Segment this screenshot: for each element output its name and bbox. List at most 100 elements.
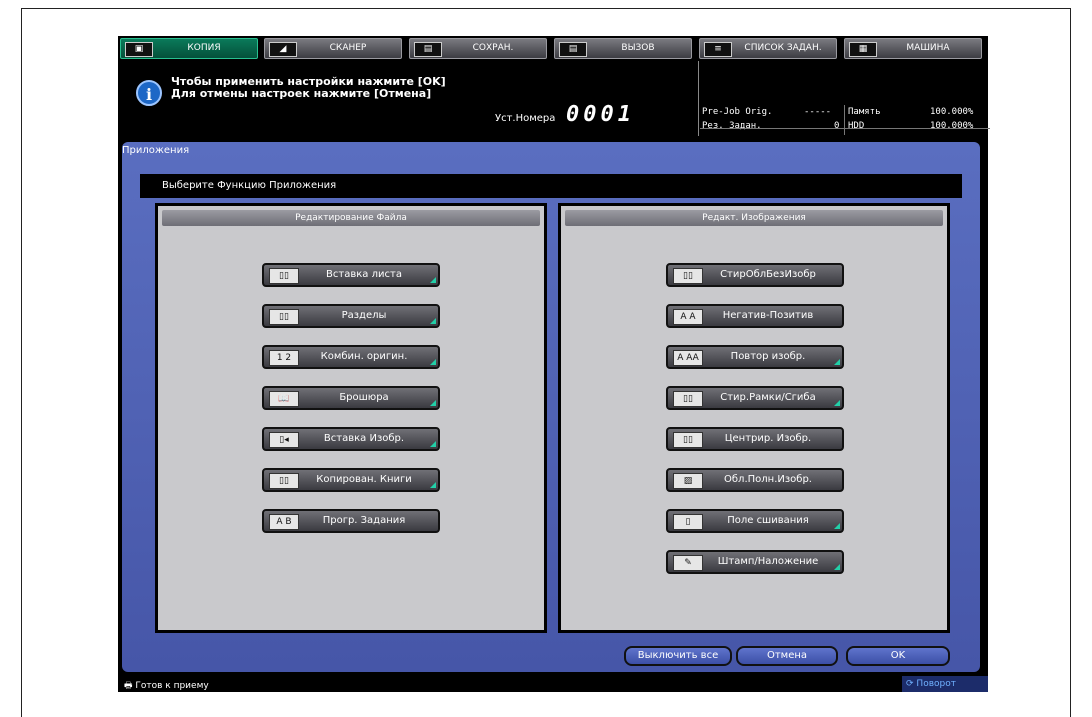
image-centering-icon: ▯▯ <box>673 432 703 448</box>
machine-status: 🖶 Готов к приему <box>124 678 209 694</box>
insert-sheet-icon: ▯▯ <box>269 268 299 284</box>
submenu-indicator-icon <box>834 523 840 529</box>
button-label: Обл.Полн.Изобр. <box>724 474 812 485</box>
cancel-button[interactable]: Отмена <box>736 646 838 666</box>
set-number-label: Уст.Номера <box>495 113 556 124</box>
stat-column-divider <box>844 105 845 135</box>
chapters-icon: ▯▯ <box>269 309 299 325</box>
ok-button[interactable]: OK <box>846 646 950 666</box>
info-icon: i <box>136 80 162 106</box>
scanner-icon: ◢ <box>269 42 297 57</box>
program-job-button[interactable]: A B Прогр. Задания <box>262 509 440 533</box>
full-image-area-button[interactable]: ▨ Обл.Полн.Изобр. <box>666 468 844 492</box>
machine-icon: ▦ <box>849 42 877 57</box>
button-label: Центрир. Изобр. <box>724 433 812 444</box>
store-icon: ▤ <box>414 42 442 57</box>
binding-margin-icon: ▯ <box>673 514 703 530</box>
tab-label: СПИСОК ЗАДАН. <box>744 43 822 53</box>
button-label: Копирован. Книги <box>316 474 412 485</box>
job-list-icon: ≡ <box>704 42 732 57</box>
non-image-erase-button[interactable]: ▯▯ СтирОблБезИзобр <box>666 263 844 287</box>
tab-label: КОПИЯ <box>187 43 221 53</box>
submenu-indicator-icon <box>834 400 840 406</box>
neg-pos-button[interactable]: A A Негатив-Позитив <box>666 304 844 328</box>
full-image-area-icon: ▨ <box>673 473 703 489</box>
binding-margin-button[interactable]: ▯ Поле сшивания <box>666 509 844 533</box>
tab-label: МАШИНА <box>906 43 950 53</box>
submenu-indicator-icon <box>430 318 436 324</box>
button-label: СтирОблБезИзобр <box>720 269 816 280</box>
tab-copy[interactable]: ▣ КОПИЯ <box>120 38 258 59</box>
tab-label: СКАНЕР <box>329 43 367 53</box>
stamp-overlay-button[interactable]: ✎ Штамп/Наложение <box>666 550 844 574</box>
submenu-indicator-icon <box>430 400 436 406</box>
printer-icon: 🖶 <box>124 681 133 691</box>
submenu-indicator-icon <box>430 441 436 447</box>
recall-icon: ▤ <box>559 42 587 57</box>
button-label: Поле сшивания <box>727 515 809 526</box>
insert-sheet-button[interactable]: ▯▯ Вставка листа <box>262 263 440 287</box>
rotate-button[interactable]: ⟳ Поворот <box>902 676 988 692</box>
combine-originals-icon: 1 2 <box>269 350 299 366</box>
submenu-indicator-icon <box>430 359 436 365</box>
tab-scanner[interactable]: ◢ СКАНЕР <box>264 38 402 59</box>
book-copy-icon: ▯▯ <box>269 473 299 489</box>
status-bar <box>118 676 988 692</box>
stat-divider <box>700 128 990 129</box>
combine-originals-button[interactable]: 1 2 Комбин. оригин. <box>262 345 440 369</box>
tab-recall[interactable]: ▤ ВЫЗОВ <box>554 38 692 59</box>
stamp-overlay-icon: ✎ <box>673 555 703 571</box>
tab-label: ВЫЗОВ <box>621 43 655 53</box>
insert-image-icon: ▯◂ <box>269 432 299 448</box>
button-label: Вставка Изобр. <box>323 433 405 444</box>
rotate-label: Поворот <box>916 679 956 689</box>
image-centering-button[interactable]: ▯▯ Центрир. Изобр. <box>666 427 844 451</box>
image-repeat-icon: A AA <box>673 350 703 366</box>
memory-label: Память <box>848 107 881 117</box>
set-number-counter: 0001 <box>566 102 635 127</box>
panel-header: Редактирование Файла <box>162 210 540 226</box>
button-label: Комбин. оригин. <box>320 351 408 362</box>
button-label: Разделы <box>341 310 387 321</box>
hdd-value: 100.000% <box>930 121 974 131</box>
instruction-message: Чтобы применить настройки нажмите [OK] Д… <box>171 76 446 100</box>
tab-job-list[interactable]: ≡ СПИСОК ЗАДАН. <box>699 38 837 59</box>
submenu-indicator-icon <box>834 359 840 365</box>
reserved-jobs-label: Рез. Задан. <box>702 121 762 131</box>
function-tabs: ▣ КОПИЯ ◢ СКАНЕР ▤ СОХРАН. ▤ ВЫЗОВ ≡ СПИ… <box>118 36 988 61</box>
button-label: Штамп/Наложение <box>717 556 819 567</box>
image-repeat-button[interactable]: A AA Повтор изобр. <box>666 345 844 369</box>
rotate-icon: ⟳ <box>906 679 914 689</box>
button-label: Стир.Рамки/Сгиба <box>720 392 816 403</box>
button-label: Прогр. Задания <box>322 515 406 526</box>
frame-fold-erase-button[interactable]: ▯▯ Стир.Рамки/Сгиба <box>666 386 844 410</box>
copy-icon: ▣ <box>125 42 153 57</box>
message-line-2: Для отмены настроек нажмите [Отмена] <box>171 87 432 100</box>
header-divider <box>698 61 699 136</box>
button-label: Брошюра <box>339 392 389 403</box>
prejob-label: Pre-Job Orig. <box>702 107 773 117</box>
booklet-button[interactable]: 📖 Брошюра <box>262 386 440 410</box>
neg-pos-icon: A A <box>673 309 703 325</box>
insert-image-button[interactable]: ▯◂ Вставка Изобр. <box>262 427 440 451</box>
tab-machine[interactable]: ▦ МАШИНА <box>844 38 982 59</box>
tab-label: СОХРАН. <box>472 43 514 53</box>
button-label: Вставка листа <box>326 269 402 280</box>
button-label: Негатив-Позитив <box>722 310 814 321</box>
tab-store[interactable]: ▤ СОХРАН. <box>409 38 547 59</box>
frame-fold-erase-icon: ▯▯ <box>673 391 703 407</box>
memory-value: 100.000% <box>930 107 974 117</box>
submenu-indicator-icon <box>834 564 840 570</box>
booklet-icon: 📖 <box>269 391 299 407</box>
reserved-jobs-value: 0 <box>834 121 840 131</box>
book-copy-button[interactable]: ▯▯ Копирован. Книги <box>262 468 440 492</box>
disable-all-button[interactable]: Выключить все <box>624 646 732 666</box>
non-image-erase-icon: ▯▯ <box>673 268 703 284</box>
button-label: Повтор изобр. <box>730 351 806 362</box>
chapters-button[interactable]: ▯▯ Разделы <box>262 304 440 328</box>
page-title: Приложения <box>122 145 190 156</box>
submenu-indicator-icon <box>430 277 436 283</box>
panel-subtitle: Выберите Функцию Приложения <box>140 174 962 198</box>
program-job-icon: A B <box>269 514 299 530</box>
status-text: Готов к приему <box>135 681 209 691</box>
